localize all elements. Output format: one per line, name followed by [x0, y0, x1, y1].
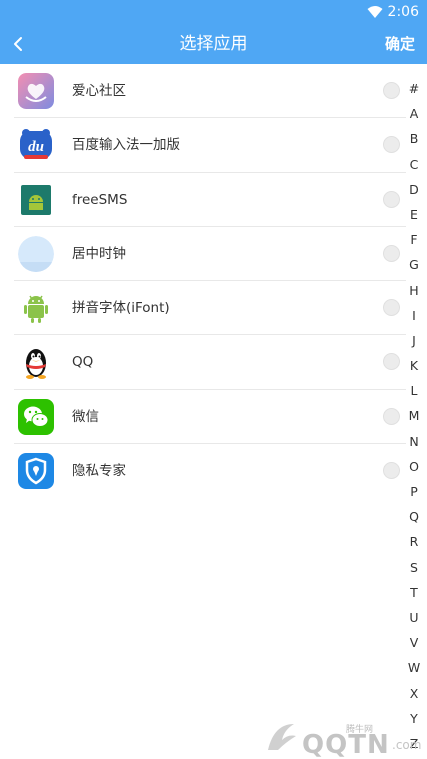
app-name: freeSMS — [72, 191, 128, 208]
index-letter[interactable]: K — [404, 353, 424, 378]
page-title: 选择应用 — [179, 34, 248, 54]
list-item[interactable]: 微信 — [0, 390, 406, 445]
index-letter[interactable]: H — [404, 278, 424, 303]
select-radio[interactable] — [383, 136, 400, 154]
app-name: 拼音字体(iFont) — [72, 300, 170, 317]
watermark-suffix: .com — [392, 738, 422, 752]
app-name: 百度输入法一加版 — [72, 137, 180, 154]
status-time: 2:06 — [387, 4, 419, 20]
app-name: 居中时钟 — [72, 245, 126, 262]
app-name: 爱心社区 — [72, 83, 126, 99]
toolbar: 选择应用 确定 — [0, 24, 427, 64]
watermark: 腾牛网 QQTN .com — [262, 718, 422, 759]
alphabet-index-bar[interactable]: # A B C D E F G H I J K L M N O P Q R S … — [404, 76, 424, 752]
index-letter[interactable]: T — [404, 580, 424, 605]
select-radio[interactable] — [383, 244, 400, 262]
list-item[interactable]: freeSMS — [0, 173, 406, 227]
index-letter[interactable]: C — [404, 152, 424, 177]
index-letter[interactable]: B — [404, 126, 424, 151]
index-letter[interactable]: I — [404, 303, 424, 328]
index-letter[interactable]: R — [404, 529, 424, 554]
index-letter[interactable]: V — [404, 630, 424, 655]
wifi-icon — [367, 6, 383, 18]
index-letter[interactable]: D — [404, 177, 424, 202]
index-letter[interactable]: N — [404, 429, 424, 454]
index-letter[interactable]: U — [404, 605, 424, 630]
wechat-icon — [18, 398, 54, 435]
index-letter[interactable]: X — [404, 681, 424, 706]
index-letter[interactable]: G — [404, 252, 424, 277]
index-letter[interactable]: S — [404, 555, 424, 580]
list-item[interactable]: 爱心社区 — [0, 64, 406, 119]
list-item[interactable]: 拼音字体(iFont) — [0, 281, 406, 336]
select-radio[interactable] — [383, 353, 400, 371]
qq-penguin-icon — [18, 344, 54, 380]
index-letter[interactable]: O — [404, 454, 424, 479]
watermark-text: QQTN — [302, 730, 390, 759]
list-item[interactable]: du 百度输入法一加版 — [0, 118, 406, 173]
clock-circle-icon — [18, 235, 54, 272]
select-radio[interactable] — [383, 299, 400, 317]
index-letter[interactable]: Q — [404, 504, 424, 529]
app-header: 2:06 选择应用 确定 — [0, 0, 427, 64]
aixin-community-icon — [18, 73, 54, 109]
baidu-input-icon: du — [18, 127, 54, 164]
android-robot-icon — [18, 290, 54, 326]
status-bar: 2:06 — [0, 0, 427, 24]
list-item[interactable]: 隐私专家 — [0, 444, 406, 498]
app-list: 爱心社区 du 百度输入法一加版 freeSMS 居中时钟 拼音字体(iFont… — [0, 64, 406, 498]
android-robot-icon — [18, 182, 54, 218]
app-name: QQ — [72, 354, 94, 371]
app-name: 微信 — [72, 408, 99, 425]
index-letter[interactable]: A — [404, 101, 424, 126]
svg-text:du: du — [28, 139, 44, 155]
watermark-logo-icon — [268, 724, 296, 750]
select-radio[interactable] — [383, 82, 400, 99]
list-item[interactable]: 居中时钟 — [0, 227, 406, 282]
list-item[interactable]: QQ — [0, 335, 406, 390]
select-radio[interactable] — [383, 190, 400, 208]
privacy-shield-icon — [18, 453, 54, 490]
select-radio[interactable] — [383, 462, 400, 480]
select-radio[interactable] — [383, 407, 400, 425]
index-letter[interactable]: # — [404, 76, 424, 101]
index-letter[interactable]: M — [404, 403, 424, 428]
index-letter[interactable]: W — [404, 655, 424, 680]
index-letter[interactable]: F — [404, 227, 424, 252]
index-letter[interactable]: L — [404, 378, 424, 403]
index-letter[interactable]: E — [404, 202, 424, 227]
index-letter[interactable]: J — [404, 328, 424, 353]
app-name: 隐私专家 — [72, 463, 126, 480]
confirm-button[interactable]: 确定 — [385, 24, 415, 64]
index-letter[interactable]: P — [404, 479, 424, 504]
